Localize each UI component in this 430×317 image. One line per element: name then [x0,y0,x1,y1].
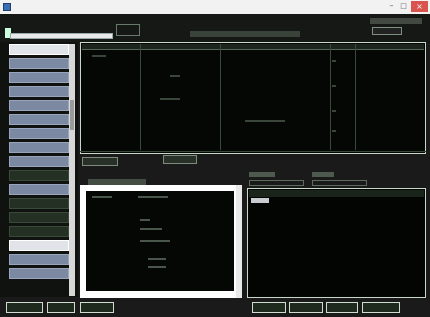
sidebar-item[interactable] [9,114,69,125]
grid-divider [140,44,141,150]
window-title [14,3,274,11]
detail-text [148,266,166,268]
sidebar-item[interactable] [9,86,69,97]
footer-button[interactable] [289,302,323,313]
detail-text [92,196,112,198]
grid-divider [330,44,331,150]
panel-button[interactable] [163,155,197,164]
results-list[interactable] [247,188,426,298]
grid-cell [245,120,285,122]
results-row-selected[interactable] [251,198,269,203]
grid-cell [160,98,180,100]
footer-button[interactable] [252,302,286,313]
sidebar-item[interactable] [9,226,69,237]
sidebar-item[interactable] [9,198,69,209]
toolbar-button[interactable] [372,27,402,35]
grid-divider [220,44,221,150]
dropdown[interactable] [116,24,140,36]
sidebar-item[interactable] [9,268,69,279]
field-label [249,172,275,177]
panel-title [190,31,300,37]
detail-text [140,219,150,221]
grid-cell [332,60,336,62]
grid-cell [92,55,106,57]
maximize-button[interactable]: □ [398,2,409,11]
grid-cell [332,130,336,132]
detail-text [140,228,162,230]
sidebar-item[interactable] [9,142,69,153]
grid-divider [355,44,356,150]
filter-input[interactable] [312,180,367,186]
footer-button[interactable] [362,302,400,313]
footer-button[interactable] [80,302,114,313]
sidebar-item[interactable] [9,184,69,195]
sidebar-item[interactable] [9,44,69,55]
detail-text [138,196,168,198]
grid-divider [80,151,426,152]
detail-scrollbar[interactable] [236,185,242,298]
status-label [370,18,422,24]
sidebar-item[interactable] [9,100,69,111]
panel-button[interactable] [82,157,118,166]
sidebar-item[interactable] [9,156,69,167]
field-label [312,172,334,177]
minimize-button[interactable]: – [386,2,397,11]
sidebar-item[interactable] [9,212,69,223]
main-grid[interactable] [80,42,426,154]
text-input[interactable] [10,33,113,39]
grid-cell [170,75,180,77]
sidebar-item[interactable] [9,58,69,69]
grid-header [82,44,424,50]
sidebar-item[interactable] [9,170,69,181]
results-header [249,190,424,197]
filter-input[interactable] [249,180,304,186]
sidebar-scrollbar[interactable] [69,44,75,296]
app-icon [3,3,11,11]
sidebar-item[interactable] [9,128,69,139]
sidebar-item[interactable] [9,72,69,83]
footer-button[interactable] [47,302,75,313]
grid-cell [332,85,336,87]
sidebar-item[interactable] [9,254,69,265]
grid-cell [332,110,336,112]
sidebar-list [9,44,69,294]
footer-button[interactable] [6,302,43,313]
sidebar-item-selected[interactable] [9,240,69,251]
detail-text [140,240,170,242]
footer-button[interactable] [326,302,358,313]
sidebar-scroll-thumb[interactable] [70,100,74,130]
detail-text [148,258,166,260]
close-button[interactable]: × [411,1,428,12]
